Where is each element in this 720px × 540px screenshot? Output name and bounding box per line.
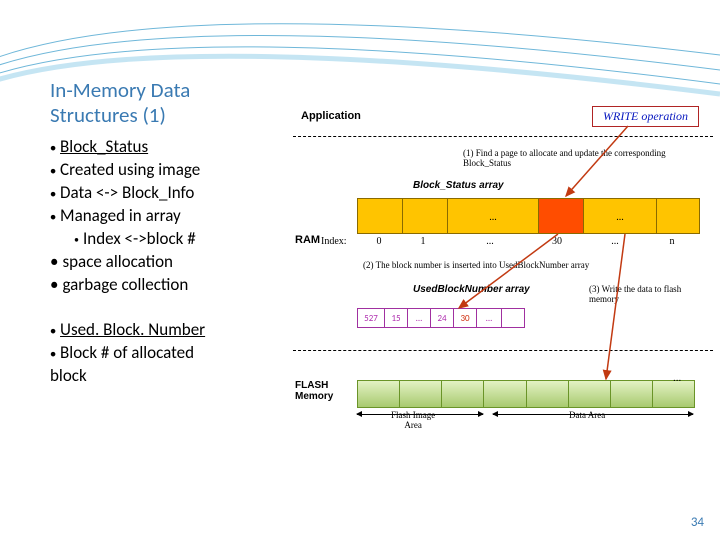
diagram-area: Application WRITE operation (1) Find a p… — [293, 104, 713, 474]
flash-ellipsis: ... — [673, 372, 681, 384]
bullet-created: Created using image — [60, 159, 200, 182]
left-text-column: In-Memory Data Structures (1) ●Block_Sta… — [50, 78, 290, 388]
bullet-managed: Managed in array — [60, 205, 181, 228]
step3-label: (3) Write the data to flash memory — [589, 284, 709, 304]
flash-image-area-label: Flash ImageArea — [391, 410, 435, 430]
page-number: 34 — [691, 515, 704, 530]
bullet-block-status: Block_Status — [60, 136, 148, 159]
dashed-divider-1 — [293, 136, 713, 137]
bullet-block-allocated-l2: block — [50, 365, 290, 388]
bullet-space-alloc: space allocation — [62, 251, 173, 274]
application-label: Application — [301, 110, 361, 122]
step2-label: (2) The block number is inserted into Us… — [363, 260, 603, 270]
index-label: Index: — [321, 236, 347, 247]
bullet-block-allocated: Block # of allocated — [60, 342, 194, 365]
flash-memory-array — [357, 380, 695, 408]
dashed-divider-2 — [293, 350, 713, 351]
write-operation-box: WRITE operation — [592, 106, 699, 127]
bullet-data-blockinfo: Data <-> Block_Info — [60, 182, 194, 205]
bullet-used-block-number: Used. Block. Number — [60, 319, 205, 342]
flash-memory-label: FLASHMemory — [295, 380, 333, 402]
step1-label: (1) Find a page to allocate and update t… — [463, 148, 703, 168]
ram-label: RAM — [295, 234, 320, 246]
used-block-number-array: 527 15 ... 24 30 ... — [357, 308, 525, 328]
slide-title: In-Memory Data Structures (1) — [50, 78, 290, 128]
index-row: 0 1 ... 30 ... n — [357, 236, 693, 247]
bullet-gc: garbage collection — [62, 274, 188, 297]
bs-array-label: Block_Status array — [413, 180, 504, 191]
ubn-array-label: UsedBlockNumber array — [413, 284, 530, 295]
block-status-array: ... ... — [357, 198, 700, 234]
bullet-list: ●Block_Status ●Created using image ●Data… — [50, 136, 290, 387]
bullet-index: Index <->block # — [83, 228, 196, 251]
data-area-label: Data Area — [569, 410, 605, 420]
